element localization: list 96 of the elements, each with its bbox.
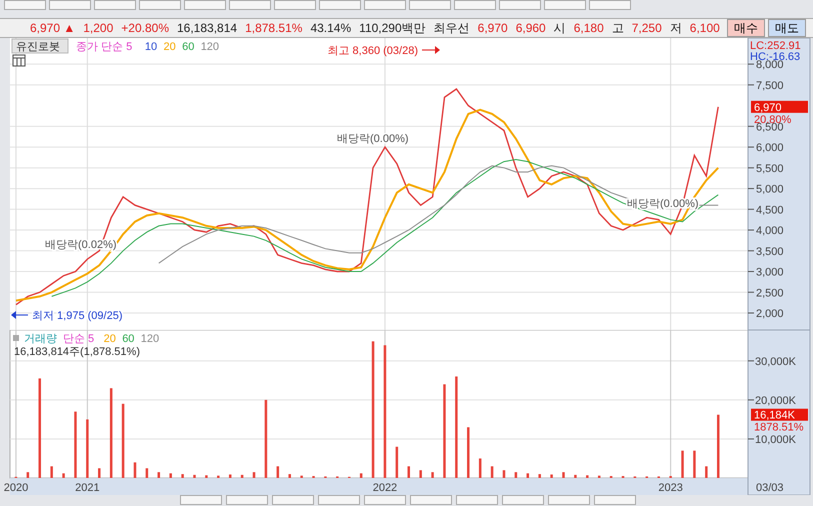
axis-label: 20,000K bbox=[755, 394, 796, 407]
axis-label: 2022 bbox=[372, 482, 398, 494]
legend-label: 120 bbox=[200, 41, 220, 53]
volume-bar bbox=[526, 473, 530, 478]
sell-button[interactable]: 매도 bbox=[768, 19, 806, 37]
legend-label: 종가 단순 5 bbox=[76, 41, 132, 53]
price-value: 6,970 ▲ bbox=[29, 20, 76, 37]
low-value: 6,100 bbox=[688, 20, 721, 37]
axis-label: 5,500 bbox=[756, 162, 784, 175]
volume-bar bbox=[146, 468, 148, 478]
volume-bar bbox=[169, 473, 172, 478]
volume-bar bbox=[158, 472, 160, 478]
volume-bar bbox=[193, 474, 196, 478]
axis-label: 2021 bbox=[75, 482, 100, 494]
volume-bar bbox=[98, 468, 101, 478]
volume-bar bbox=[717, 414, 720, 478]
axis-label: 6,000 bbox=[756, 142, 784, 154]
legend-label: 20 bbox=[104, 333, 116, 345]
volume-tag: 16,184K bbox=[751, 408, 808, 422]
high-annotation: 최고 8,360 (03/28) bbox=[328, 45, 418, 57]
volume-bar bbox=[681, 450, 684, 478]
volume-percent-tag: 1878.51% bbox=[754, 422, 804, 434]
volume-bar bbox=[86, 419, 89, 478]
bullet-icon bbox=[13, 335, 19, 341]
volume-bar bbox=[490, 466, 494, 478]
volume-bar bbox=[360, 473, 362, 478]
volume-bar bbox=[252, 472, 256, 478]
volume-bar bbox=[50, 466, 53, 478]
turnover-value: 43.14% bbox=[309, 20, 352, 37]
volume-bar bbox=[240, 474, 244, 478]
volume-bar bbox=[26, 472, 30, 478]
volume-bar bbox=[62, 473, 65, 478]
lc-value: LC:252.91 bbox=[750, 40, 801, 52]
low-annotation: 최저 1,975 (09/25) bbox=[32, 310, 122, 322]
volume-bar bbox=[550, 474, 553, 478]
axis-label: 3,500 bbox=[756, 246, 784, 258]
volume-bar bbox=[693, 450, 696, 478]
date-label: 03/03 bbox=[756, 482, 784, 494]
volume-bar bbox=[431, 472, 434, 478]
high-value: 7,250 bbox=[630, 20, 663, 37]
volume-bar bbox=[502, 470, 506, 478]
axis-label: 4,500 bbox=[756, 204, 784, 216]
axis-label: 2020 bbox=[4, 482, 28, 494]
volume-percent: 1,878.51% bbox=[244, 20, 304, 37]
volume-bar bbox=[74, 412, 77, 478]
volume-summary: 16,183,814주(1,878.51%) bbox=[14, 346, 140, 358]
legend-label: 60 bbox=[182, 41, 194, 53]
volume-bar bbox=[538, 474, 541, 478]
volume-bar bbox=[288, 474, 291, 478]
axis-label: 4,000 bbox=[756, 225, 784, 238]
volume-bar bbox=[478, 458, 482, 478]
high-label: 고 bbox=[610, 20, 625, 36]
legend-label: 20 bbox=[164, 41, 176, 53]
volume-bar bbox=[181, 474, 184, 478]
low-label: 저 bbox=[668, 20, 683, 36]
volume-bar bbox=[514, 472, 518, 478]
price-tag: 6,970 bbox=[751, 100, 808, 114]
volume-bar bbox=[276, 466, 280, 478]
axis-label: 2,500 bbox=[756, 287, 784, 300]
volume-bar bbox=[574, 474, 577, 478]
legend-label: 단순 5 bbox=[63, 333, 94, 345]
change-value: 1,200 bbox=[82, 20, 114, 37]
open-value: 6,180 bbox=[572, 20, 605, 37]
volume-bar bbox=[562, 472, 565, 478]
volume-bar bbox=[467, 427, 470, 478]
legend-label: 10 bbox=[144, 41, 158, 53]
best-label: 최우선 bbox=[432, 20, 471, 36]
axis-label: 10,000K bbox=[755, 434, 796, 446]
axis-label: 8,000 bbox=[756, 59, 784, 72]
amount-value: 110,290백만 bbox=[358, 20, 427, 36]
axis-label: 3,000 bbox=[756, 266, 784, 279]
volume-bar bbox=[228, 474, 232, 478]
axis-label: 2023 bbox=[658, 482, 683, 494]
grid-icon[interactable] bbox=[12, 54, 26, 66]
volume-value: 16,183,814 bbox=[176, 20, 238, 37]
volume-bar bbox=[408, 466, 410, 478]
volume-bar bbox=[134, 462, 136, 478]
legend-label: 거래량 bbox=[24, 333, 57, 345]
legend-label: 60 bbox=[122, 333, 134, 345]
volume-bar bbox=[419, 470, 422, 478]
axis-label: 5,000 bbox=[756, 184, 784, 196]
ask-value: 6,970 bbox=[476, 20, 509, 37]
axis-label: 7,500 bbox=[756, 80, 784, 92]
arrow-icon bbox=[11, 311, 28, 319]
legend-label: 120 bbox=[140, 333, 160, 345]
axis-label: 30,000K bbox=[755, 356, 796, 368]
symbol-label: 유진로봇 bbox=[12, 38, 68, 54]
volume-bar bbox=[396, 446, 398, 478]
volume-bar bbox=[705, 466, 708, 478]
change-percent: +20.80% bbox=[120, 20, 170, 37]
dividend-annotation: 배당락(0.00%) bbox=[337, 133, 409, 145]
open-label: 시 bbox=[552, 20, 567, 36]
buy-button[interactable]: 매수 bbox=[726, 19, 765, 37]
bid-value: 6,960 bbox=[514, 20, 547, 37]
arrow-icon bbox=[422, 46, 440, 54]
axis-label: 2,000 bbox=[756, 308, 784, 320]
